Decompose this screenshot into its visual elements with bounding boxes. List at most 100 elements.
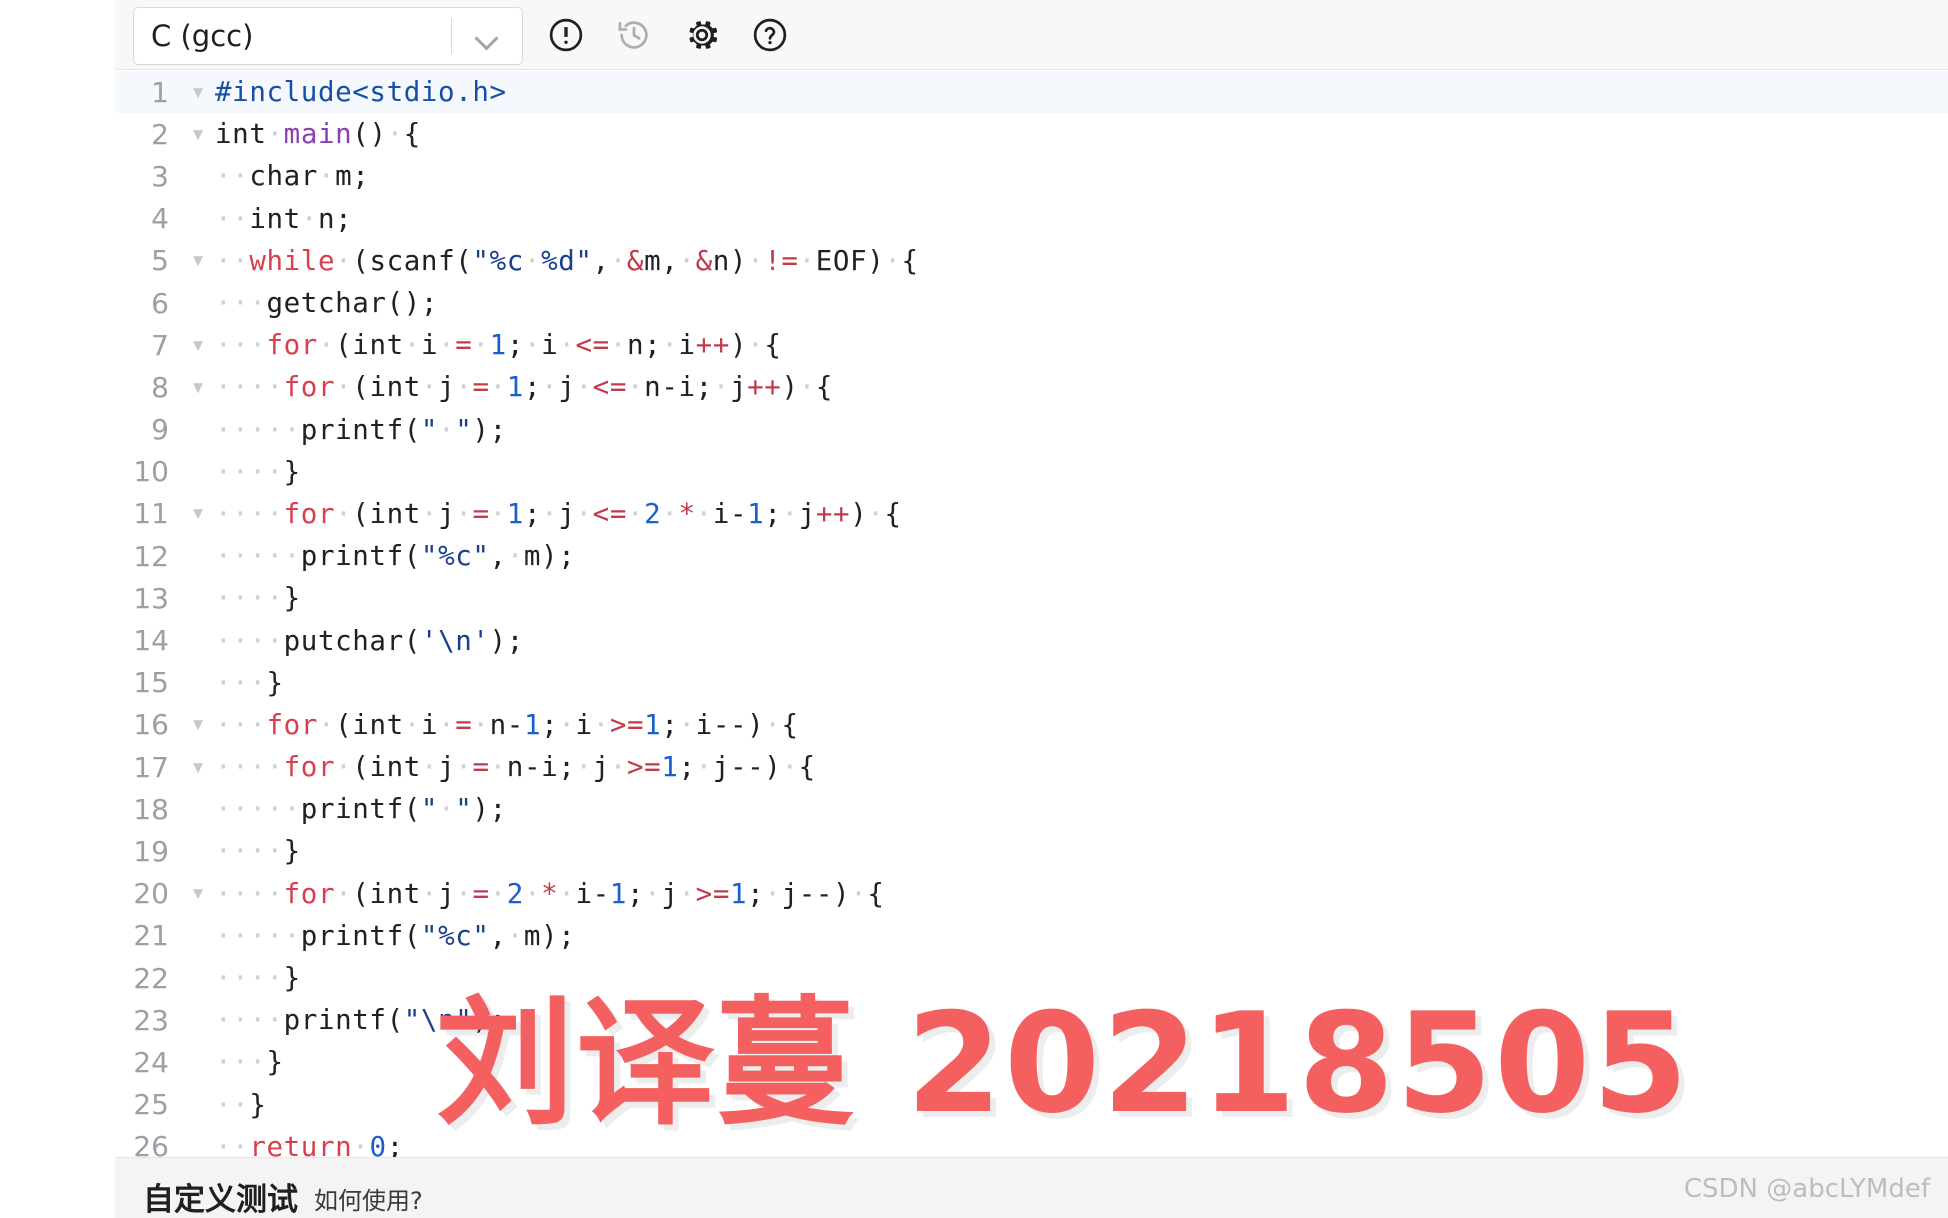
- code-token: ·: [420, 751, 439, 784]
- code-token: for: [266, 329, 318, 362]
- code-token: i: [420, 708, 439, 741]
- code-token: ··: [215, 202, 250, 235]
- toolbar-icon-group: [545, 14, 791, 56]
- code-token: ·: [489, 877, 507, 910]
- fold-triangle-icon[interactable]: ▼: [181, 337, 215, 354]
- code-token: j: [438, 371, 456, 404]
- fold-triangle-icon[interactable]: ▼: [181, 252, 215, 269]
- code-token: n-: [489, 708, 524, 741]
- code-line[interactable]: 16 ▼ ···for·(int·i·=·n-1;·i·>=1;·i--)·{: [115, 704, 1948, 746]
- code-line[interactable]: 8 ▼ ····for·(int·j·=·1;·j·<=·n-i;·j++)·{: [115, 366, 1948, 408]
- custom-test-footer: 自定义测试 如何使用?: [115, 1157, 1948, 1218]
- code-token: >=: [609, 708, 645, 741]
- code-token: 1: [609, 877, 627, 910]
- code-token: &: [695, 244, 713, 277]
- code-text: ····for·(int·j·=·n-i;·j·>=1;·j--)·{: [215, 751, 816, 783]
- code-token: ": [455, 413, 473, 446]
- code-token: }: [266, 666, 284, 699]
- help-button[interactable]: [749, 14, 791, 56]
- code-line[interactable]: 12▼·····printf("%c",·m);: [115, 535, 1948, 577]
- how-to-use-link[interactable]: 如何使用?: [314, 1188, 423, 1216]
- line-number: 12: [133, 539, 169, 573]
- code-line[interactable]: 9▼·····printf("·");: [115, 409, 1948, 451]
- fold-triangle-icon[interactable]: ▼: [181, 885, 215, 902]
- settings-button[interactable]: [681, 14, 723, 56]
- code-line[interactable]: 7 ▼ ···for·(int·i·=·1;·i·<=·n;·i++)·{: [115, 324, 1948, 366]
- code-token: }: [283, 455, 301, 488]
- line-number: 5: [151, 244, 169, 278]
- code-line[interactable]: 19▼····}: [115, 830, 1948, 872]
- code-line[interactable]: 13▼····}: [115, 577, 1948, 619]
- line-number: 22: [133, 961, 169, 995]
- code-line[interactable]: 2 ▼ int·main()·{: [115, 113, 1948, 155]
- code-token: <=: [592, 371, 627, 404]
- language-select[interactable]: C (gcc): [133, 6, 523, 65]
- code-token: ·: [335, 371, 353, 404]
- code-token: (int: [352, 497, 421, 530]
- code-token: ·: [438, 413, 456, 446]
- code-area[interactable]: 1▼#include<stdio.h>2▼int·main()·{3▼··cha…: [115, 71, 1948, 1157]
- code-line[interactable]: 3▼··char·m;: [115, 155, 1948, 197]
- alert-circle-button[interactable]: [545, 14, 587, 56]
- fold-triangle-icon[interactable]: ▼: [181, 126, 215, 143]
- code-line[interactable]: 17 ▼ ····for·(int·j·=·n-i;·j·>=1;·j--)·{: [115, 746, 1948, 788]
- line-number: 4: [151, 202, 169, 236]
- fold-triangle-icon[interactable]: ▼: [181, 84, 215, 101]
- code-text: ···}: [215, 1046, 284, 1078]
- code-token: "%c": [420, 540, 490, 573]
- code-token: }: [283, 582, 301, 615]
- fold-triangle-icon[interactable]: ▼: [181, 759, 215, 776]
- code-token: ·: [764, 877, 782, 910]
- code-token: }: [283, 835, 301, 868]
- code-line[interactable]: 18▼·····printf("·");: [115, 788, 1948, 830]
- code-token: ·: [300, 202, 318, 235]
- code-text: ·····printf("·");: [215, 793, 507, 825]
- code-token: i: [420, 329, 439, 362]
- code-line[interactable]: 22▼····}: [115, 957, 1948, 999]
- code-token: j: [729, 371, 748, 404]
- code-text: ····putchar('\n');: [215, 625, 524, 657]
- code-token: {: [867, 877, 885, 910]
- code-token: *: [541, 877, 559, 910]
- language-select-caret[interactable]: [452, 30, 522, 42]
- code-token: char: [249, 160, 318, 193]
- code-line[interactable]: 21▼·····printf("%c",·m);: [115, 915, 1948, 957]
- fold-triangle-icon[interactable]: ▼: [181, 379, 215, 396]
- code-line[interactable]: 5 ▼ ··while·(scanf("%c·%d",·&m,·&n)·!=·EOF…: [115, 240, 1948, 282]
- code-token: int: [249, 202, 301, 235]
- code-token: ·: [558, 708, 576, 741]
- code-line[interactable]: 15▼···}: [115, 662, 1948, 704]
- fold-triangle-icon[interactable]: ▼: [181, 505, 215, 522]
- code-token: (int: [352, 371, 421, 404]
- code-line[interactable]: 25▼··}: [115, 1084, 1948, 1126]
- code-token: putchar(: [283, 624, 421, 657]
- code-token: ": [420, 413, 439, 446]
- code-token: ·: [266, 118, 284, 151]
- code-line[interactable]: 24▼···}: [115, 1041, 1948, 1083]
- code-token: ·: [678, 877, 696, 910]
- code-line[interactable]: 4▼··int·n;: [115, 198, 1948, 240]
- code-line[interactable]: 20 ▼ ····for·(int·j·=·2·*·i-1;·j·>=1;·j--)…: [115, 873, 1948, 915]
- code-token: {: [781, 708, 799, 741]
- history-button[interactable]: [613, 14, 655, 56]
- code-token: ·: [558, 329, 576, 362]
- code-line[interactable]: 10▼····}: [115, 451, 1948, 493]
- code-line[interactable]: 26▼··return·0;: [115, 1126, 1948, 1157]
- code-line[interactable]: 6▼···getchar();: [115, 282, 1948, 324]
- code-token: ····: [215, 751, 284, 784]
- code-token: ·: [644, 877, 662, 910]
- code-token: ·····: [215, 919, 301, 952]
- code-line[interactable]: 11 ▼ ····for·(int·j·=·1;·j·<=·2·*·i-1;·j++…: [115, 493, 1948, 535]
- code-token: );: [472, 793, 507, 826]
- code-token: "%c": [420, 919, 490, 952]
- code-line[interactable]: 14▼····putchar('\n');: [115, 619, 1948, 661]
- code-token: "%c: [472, 244, 524, 277]
- code-token: printf(: [300, 919, 421, 952]
- code-line[interactable]: 1 ▼ #include<stdio.h>: [115, 71, 1948, 114]
- help-circle-icon: [751, 16, 789, 54]
- code-token: ·: [575, 751, 593, 784]
- fold-triangle-icon[interactable]: ▼: [181, 716, 215, 733]
- code-token: ): [833, 877, 851, 910]
- code-line[interactable]: 23▼····printf("\n");: [115, 999, 1948, 1041]
- code-token: ·: [420, 371, 439, 404]
